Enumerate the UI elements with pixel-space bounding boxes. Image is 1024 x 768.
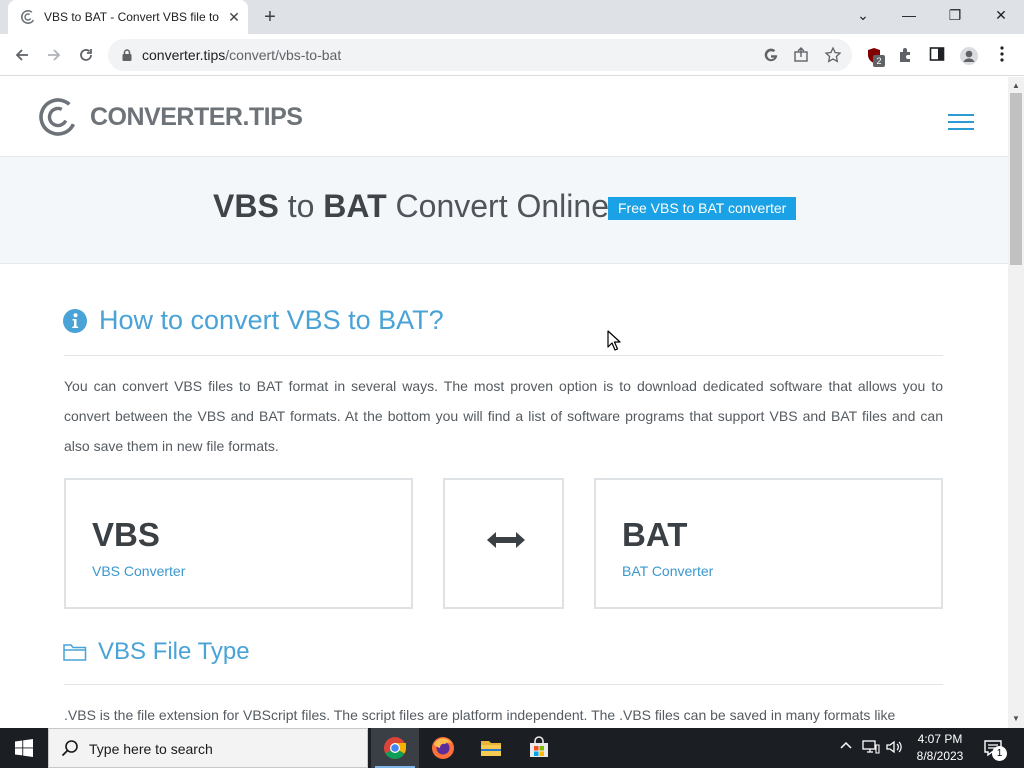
extensions-puzzle-icon[interactable] [896, 46, 916, 66]
tab-close-icon[interactable]: ✕ [226, 9, 242, 25]
notification-count-badge: 1 [992, 746, 1007, 761]
windows-taskbar: Type here to search 4:07 PM 8/8/2023 1 [0, 728, 1024, 768]
taskbar-file-explorer[interactable] [467, 728, 515, 768]
file-type-description: .VBS is the file extension for VBScript … [64, 707, 896, 723]
double-arrow-icon [487, 532, 525, 548]
title-to-word: to [287, 188, 315, 224]
microsoft-store-icon [530, 736, 548, 757]
site-logo[interactable]: CONVERTER.TIPS [38, 97, 303, 137]
title-source-format: VBS [213, 188, 279, 224]
clock-date: 8/8/2023 [916, 749, 964, 763]
scroll-down-icon[interactable]: ▼ [1008, 712, 1024, 726]
clock-time: 4:07 PM [917, 732, 963, 746]
how-to-convert-section-heading: How to convert VBS to BAT? [63, 305, 444, 336]
reload-button[interactable] [74, 43, 98, 67]
hamburger-menu-icon[interactable] [948, 114, 974, 132]
taskbar-firefox[interactable] [419, 728, 467, 768]
browser-toolbar: converter.tips/convert/vbs-to-bat 2 [0, 34, 1024, 76]
restore-button[interactable]: ❐ [943, 5, 967, 25]
chevron-up-icon [840, 741, 852, 749]
taskbar-store[interactable] [515, 728, 563, 768]
browser-tab-active[interactable]: VBS to BAT - Convert VBS file to ✕ [8, 0, 248, 34]
mouse-cursor-icon [607, 330, 621, 351]
browser-tab-strip: VBS to BAT - Convert VBS file to ✕ + ⌄ —… [0, 0, 1024, 34]
logo-text: CONVERTER.TIPS [90, 102, 303, 131]
taskbar-chrome[interactable] [371, 728, 419, 768]
show-hidden-icons-button[interactable] [839, 738, 853, 755]
section-divider [64, 684, 943, 685]
lock-icon [122, 49, 132, 61]
intro-paragraph: You can convert VBS files to BAT format … [64, 378, 943, 454]
scroll-up-icon[interactable]: ▲ [1008, 79, 1024, 93]
page-title: VBS to BAT Convert Online [213, 188, 609, 225]
bookmark-star-icon[interactable] [824, 46, 842, 64]
network-tray-icon[interactable] [862, 739, 880, 758]
back-arrow-icon [15, 49, 28, 61]
share-icon[interactable] [792, 46, 810, 64]
taskbar-search-box[interactable]: Type here to search [48, 728, 368, 768]
source-format-card[interactable]: VBS VBS Converter [64, 478, 413, 609]
minimize-button[interactable]: — [897, 5, 921, 25]
browser-menu-icon[interactable] [992, 46, 1012, 66]
converter-tips-favicon-icon [21, 10, 35, 24]
title-suffix: Convert Online [395, 188, 609, 224]
source-format-ext: VBS [92, 516, 160, 553]
file-type-heading: VBS File Type [98, 638, 250, 665]
windows-logo-icon [15, 739, 33, 757]
source-converter-link[interactable]: VBS Converter [92, 563, 185, 579]
forward-arrow-icon [48, 49, 61, 61]
converter-tips-logo-icon [39, 98, 77, 136]
start-button[interactable] [0, 728, 48, 768]
target-format-ext: BAT [622, 516, 688, 553]
address-bar[interactable]: converter.tips/convert/vbs-to-bat [108, 39, 852, 71]
side-panel-icon[interactable] [927, 46, 947, 66]
section-divider [64, 355, 943, 356]
network-icon [862, 740, 880, 754]
firefox-icon [432, 737, 454, 759]
search-placeholder: Type here to search [89, 741, 213, 757]
scrollbar-thumb[interactable] [1010, 93, 1022, 265]
hero-banner: VBS to BAT Convert Online Free VBS to BA… [0, 157, 1008, 264]
folder-icon [63, 644, 87, 661]
free-converter-badge[interactable]: Free VBS to BAT converter [608, 197, 797, 220]
close-window-button[interactable]: ✕ [989, 5, 1013, 25]
file-type-section-heading: VBS File Type [63, 638, 250, 666]
page-scrollbar[interactable]: ▲ ▼ [1008, 77, 1024, 728]
url-text: converter.tips/convert/vbs-to-bat [142, 47, 341, 63]
chrome-icon [384, 737, 406, 759]
target-converter-link[interactable]: BAT Converter [622, 563, 713, 579]
back-button[interactable] [10, 43, 34, 67]
target-format-card[interactable]: BAT BAT Converter [594, 478, 943, 609]
google-lens-icon[interactable] [762, 46, 780, 64]
new-tab-button[interactable]: + [259, 6, 281, 28]
profile-avatar-icon[interactable] [959, 46, 979, 66]
site-header: CONVERTER.TIPS [0, 77, 1008, 157]
extension-badge: 2 [873, 55, 885, 67]
taskbar-clock[interactable]: 4:07 PM 8/8/2023 [900, 731, 980, 765]
ublock-extension-icon[interactable]: 2 [864, 46, 885, 67]
forward-button[interactable] [42, 43, 66, 67]
swap-direction-card [443, 478, 564, 609]
tab-title: VBS to BAT - Convert VBS file to [44, 10, 219, 24]
tab-search-icon[interactable]: ⌄ [851, 5, 875, 25]
reload-icon [80, 49, 92, 61]
info-icon [63, 308, 87, 333]
page-viewport: CONVERTER.TIPS VBS to BAT Convert Online… [0, 77, 1008, 728]
title-target-format: BAT [323, 188, 387, 224]
how-to-convert-heading: How to convert VBS to BAT? [99, 305, 444, 335]
search-icon [61, 740, 78, 757]
url-path: /convert/vbs-to-bat [225, 47, 342, 63]
file-explorer-icon [481, 741, 501, 756]
url-host: converter.tips [142, 47, 226, 63]
